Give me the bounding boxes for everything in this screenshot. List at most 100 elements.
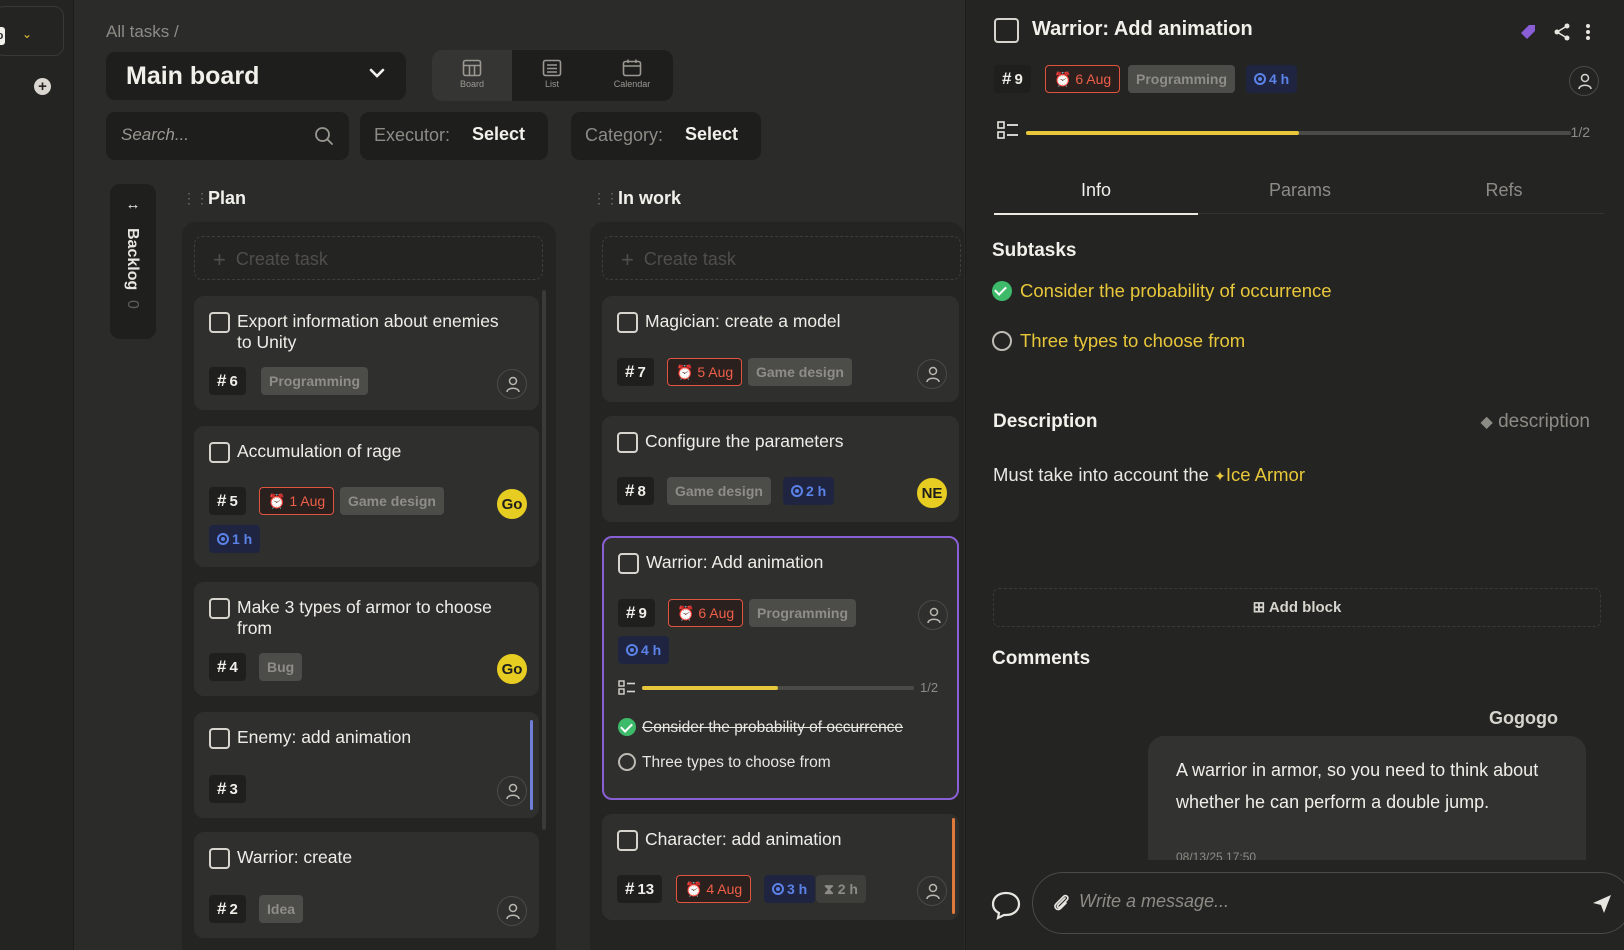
assign-user-icon[interactable]	[497, 776, 527, 806]
subtasks-heading: Subtasks	[992, 240, 1077, 261]
message-input[interactable]: Write a message...	[1032, 872, 1624, 934]
description-tag-button[interactable]: ◆ description	[1481, 411, 1590, 433]
active-tab-indicator	[994, 213, 1198, 215]
view-label: List	[544, 79, 559, 89]
tab-params[interactable]: Params	[1198, 180, 1402, 201]
backlog-label: Backlog0	[124, 228, 141, 310]
assign-user-icon[interactable]	[917, 359, 947, 389]
column-in-work: + Create task Magician: create a model #7…	[590, 222, 964, 950]
subtask-item[interactable]: Consider the probability of occurrence	[992, 280, 1332, 302]
drag-handle-icon[interactable]: ⋮⋮	[182, 190, 209, 207]
breadcrumb[interactable]: All tasks /	[106, 22, 179, 42]
calendar-alarm-icon: ⏰	[677, 605, 695, 621]
add-block-button[interactable]: ⊞ Add block	[993, 588, 1601, 627]
task-number: #9	[994, 65, 1031, 93]
avatar[interactable]: Go	[497, 654, 527, 684]
subtask-item[interactable]: Three types to choose from	[992, 330, 1245, 352]
view-board[interactable]: Board	[432, 50, 512, 101]
drop-indicator	[952, 818, 955, 914]
due-date-tag: ⏰ 5 Aug	[667, 358, 743, 386]
task-card[interactable]: Enemy: add animation #3	[194, 712, 539, 818]
expand-arrows-icon: ↔	[125, 196, 141, 213]
category-filter[interactable]: Category: Select	[571, 112, 761, 160]
filter-value: Select	[685, 124, 739, 144]
add-workspace-icon[interactable]: +	[34, 78, 51, 95]
calendar-alarm-icon: ⏰	[268, 493, 286, 509]
board-area: All tasks / Main board Board List Calend…	[74, 0, 965, 950]
search-placeholder: Search...	[121, 125, 190, 144]
task-title[interactable]: Warrior: Add animation	[1032, 18, 1253, 41]
create-task-button[interactable]: + Create task	[194, 236, 543, 280]
task-card[interactable]: Configure the parameters #8 Game design …	[602, 416, 959, 522]
column-title: In work	[618, 188, 682, 208]
ref-link[interactable]: ✦Ice Armor	[1214, 464, 1305, 485]
category-tag[interactable]: Programming	[1128, 65, 1236, 93]
comment-bubble: A warrior in armor, so you need to think…	[1148, 736, 1586, 860]
create-task-button[interactable]: + Create task	[602, 236, 961, 280]
task-checkbox[interactable]	[209, 598, 230, 619]
circle-icon[interactable]	[618, 753, 636, 771]
description-text[interactable]: Must take into account the ✦Ice Armor	[993, 464, 1305, 486]
share-icon[interactable]	[1552, 22, 1572, 42]
avatar[interactable]: NE	[917, 478, 947, 508]
chat-bubble-icon[interactable]	[990, 890, 1022, 920]
task-checkbox[interactable]	[617, 432, 638, 453]
assign-user-icon[interactable]	[917, 876, 947, 906]
avatar[interactable]: Go	[497, 489, 527, 519]
circle-icon[interactable]	[992, 331, 1012, 351]
task-number: #4	[209, 653, 246, 681]
task-checkbox[interactable]	[209, 728, 230, 749]
target-icon	[1254, 73, 1266, 85]
task-checkbox[interactable]	[209, 848, 230, 869]
view-list[interactable]: List	[512, 50, 592, 101]
task-title: Make 3 types of armor to choose from	[237, 597, 492, 638]
task-checkbox[interactable]	[994, 18, 1019, 43]
executor-filter[interactable]: Executor: Select	[360, 112, 548, 160]
scrollbar[interactable]	[542, 290, 546, 830]
task-title: Accumulation of rage	[237, 441, 402, 461]
check-circle-icon[interactable]	[618, 718, 636, 736]
task-card[interactable]: Magician: create a model #7 ⏰ 5 Aug Game…	[602, 296, 959, 402]
workspace-rail: o ⌄ +	[0, 0, 74, 950]
view-calendar[interactable]: Calendar	[592, 50, 672, 101]
workspace-switcher[interactable]: o ⌄	[0, 6, 64, 56]
task-card[interactable]: Make 3 types of armor to choose from #4 …	[194, 582, 539, 696]
task-card[interactable]: Accumulation of rage #5 ⏰ 1 Aug Game des…	[194, 426, 539, 567]
paperclip-icon[interactable]	[1051, 892, 1071, 914]
assign-user-icon[interactable]	[497, 369, 527, 399]
search-input[interactable]: Search...	[106, 112, 349, 160]
backlog-toggle[interactable]: ↔ Backlog0	[110, 184, 156, 339]
tag-color-icon[interactable]	[1518, 22, 1538, 42]
task-checkbox[interactable]	[209, 442, 230, 463]
task-card[interactable]: Character: add animation #13 ⏰ 4 Aug 3 h…	[602, 814, 959, 920]
due-date-tag[interactable]: ⏰ 6 Aug	[1045, 65, 1121, 93]
subtask-item[interactable]: Three types to choose from	[618, 753, 831, 772]
assign-user-icon[interactable]	[918, 600, 948, 630]
task-checkbox[interactable]	[617, 830, 638, 851]
board-icon	[462, 59, 482, 77]
column-plan: + Create task Export information about en…	[182, 222, 556, 950]
checklist-icon	[618, 680, 635, 695]
assign-user-icon[interactable]	[497, 896, 527, 926]
comment-text: A warrior in armor, so you need to think…	[1176, 760, 1539, 812]
task-card-selected[interactable]: Warrior: Add animation #9 ⏰ 6 Aug Progra…	[602, 536, 959, 800]
column-title: Plan	[208, 188, 247, 208]
task-card[interactable]: Export information about enemies to Unit…	[194, 296, 539, 410]
time-tag[interactable]: 4 h	[1246, 65, 1298, 93]
tab-info[interactable]: Info	[994, 180, 1198, 201]
task-checkbox[interactable]	[618, 553, 639, 574]
check-circle-icon[interactable]	[992, 281, 1012, 301]
subtask-item[interactable]: Consider the probability of occurrence	[618, 718, 903, 737]
task-checkbox[interactable]	[617, 312, 638, 333]
tab-refs[interactable]: Refs	[1402, 180, 1606, 201]
task-card[interactable]: Warrior: create #2 Idea	[194, 832, 539, 938]
more-vertical-icon[interactable]	[1584, 22, 1592, 42]
list-icon	[542, 59, 562, 77]
board-selector[interactable]: Main board	[106, 52, 406, 100]
category-tag: Idea	[259, 895, 304, 923]
drag-handle-icon[interactable]: ⋮⋮	[592, 190, 619, 207]
view-label: Board	[459, 79, 485, 89]
send-icon[interactable]	[1591, 893, 1613, 915]
task-checkbox[interactable]	[209, 312, 230, 333]
assign-user-icon[interactable]	[1569, 66, 1599, 96]
